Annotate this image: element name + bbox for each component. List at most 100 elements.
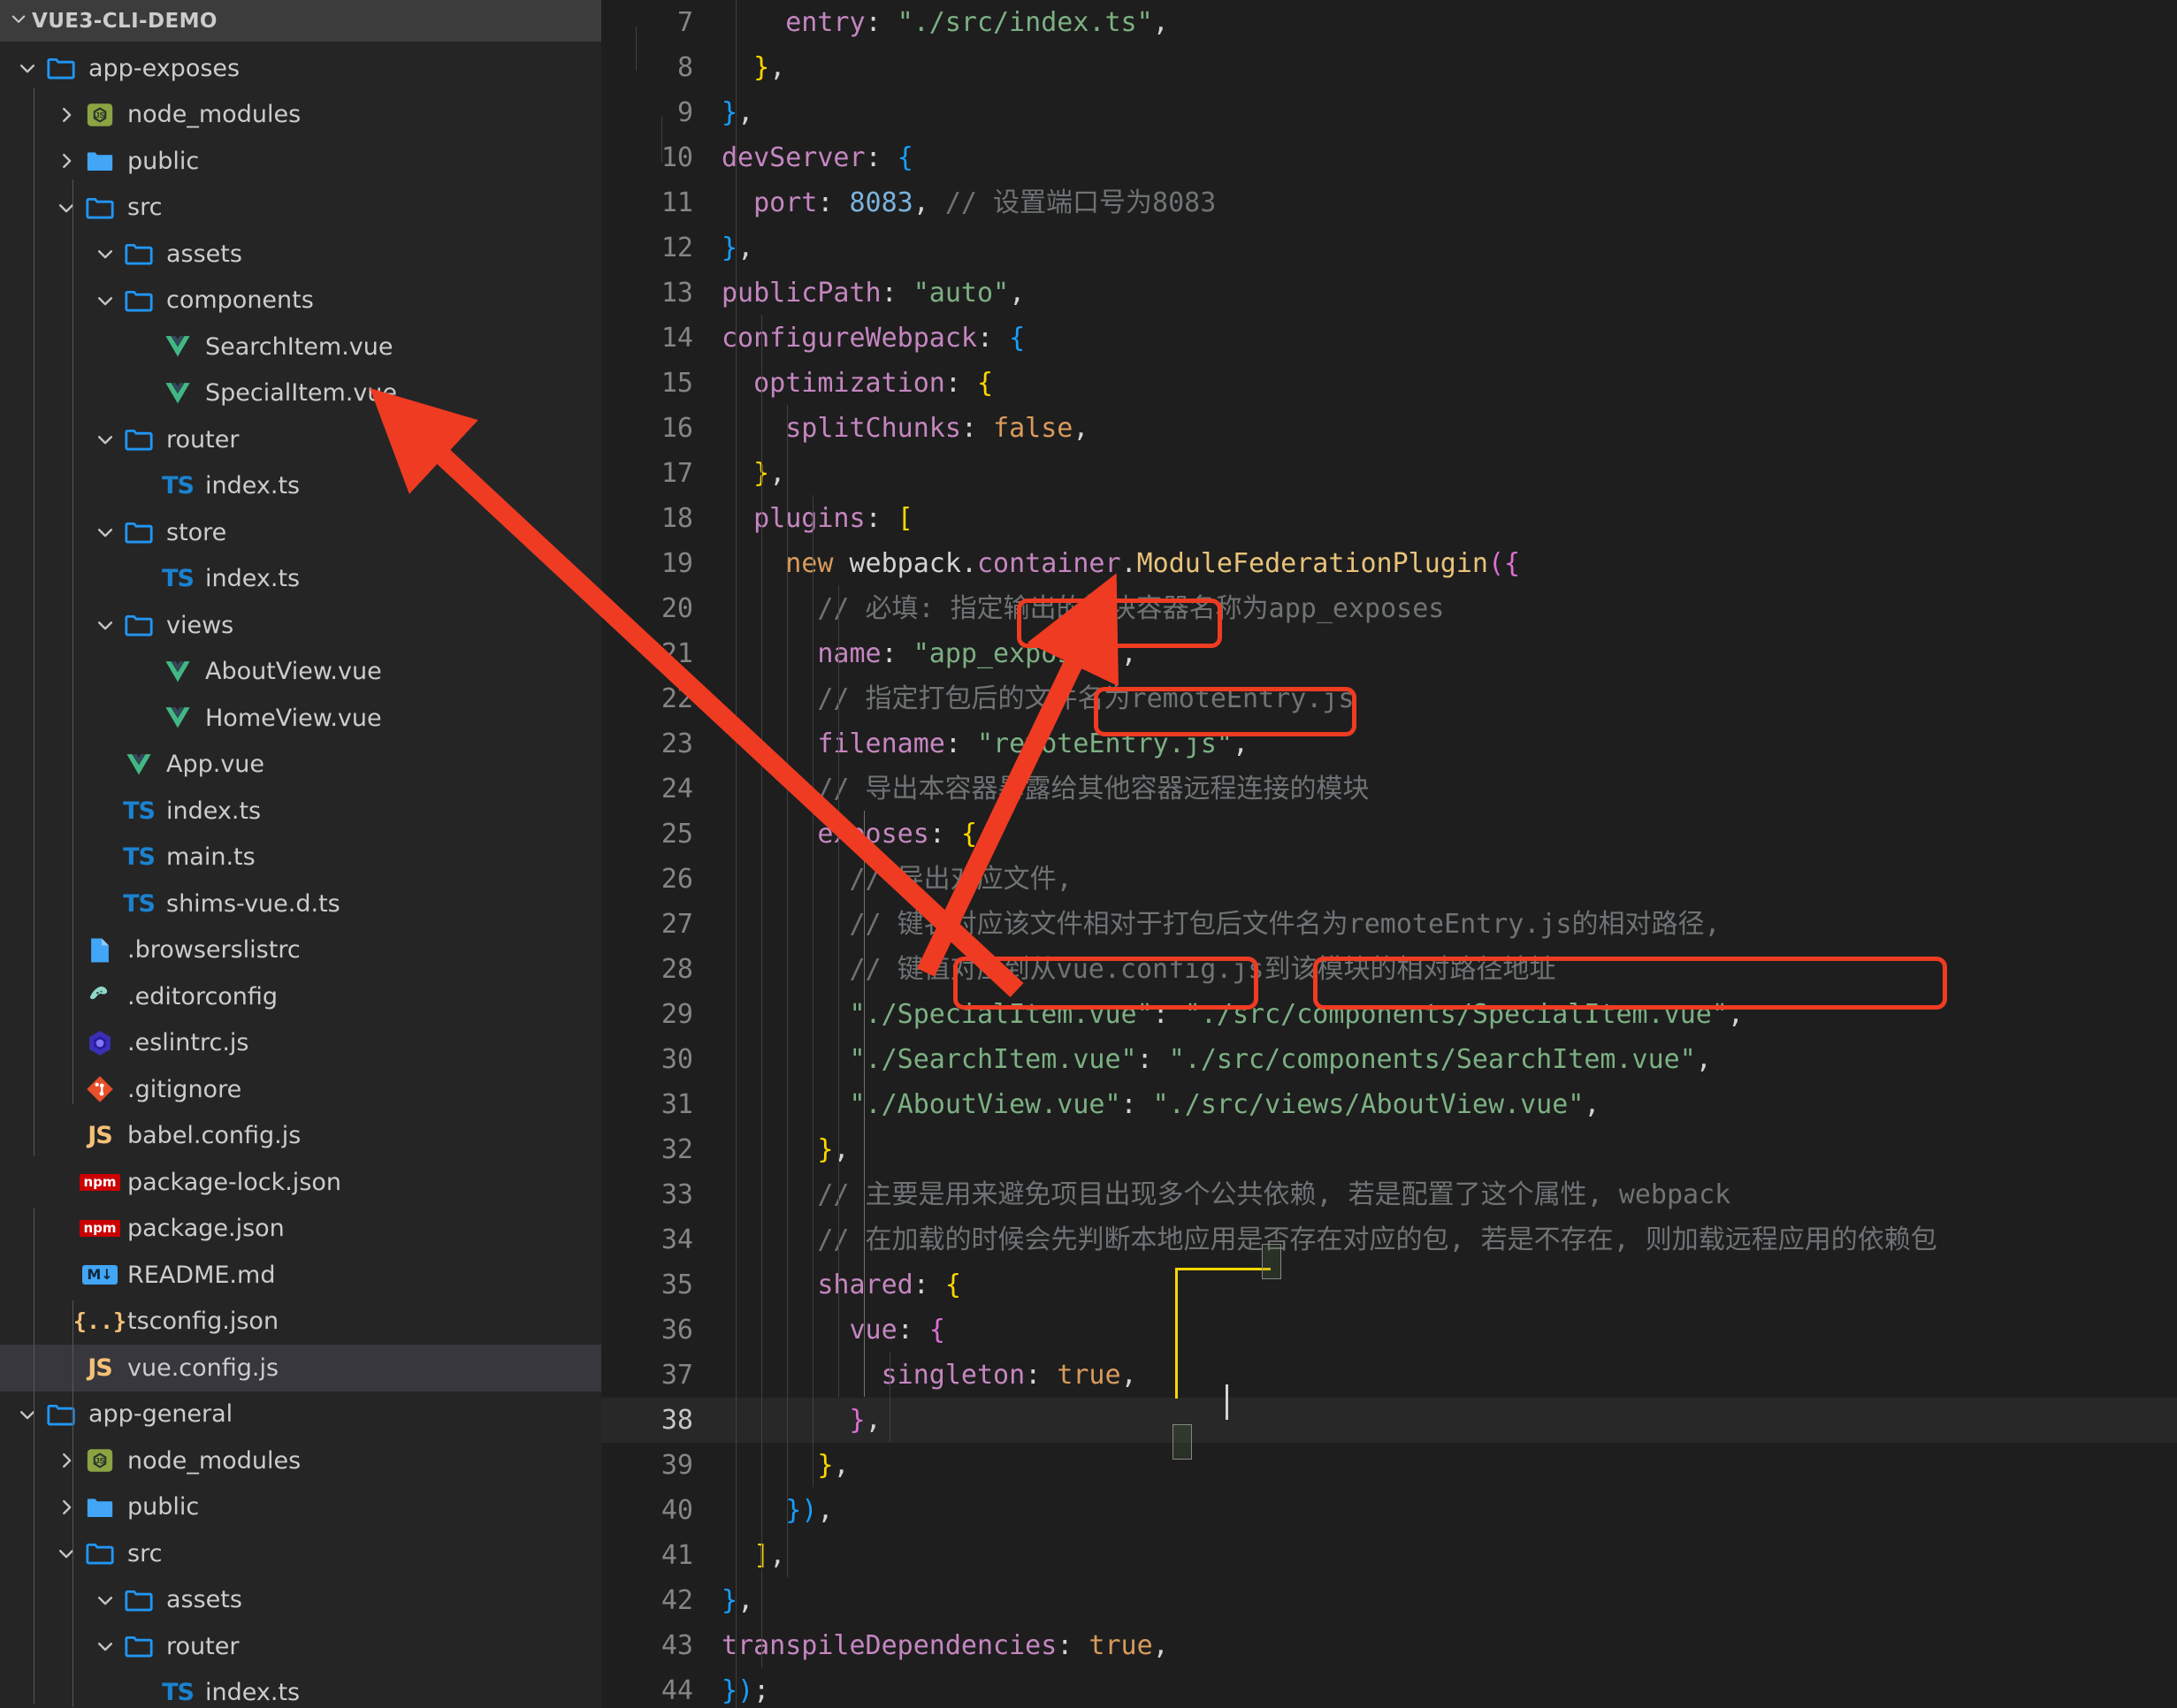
code-line[interactable]: 44}); <box>601 1668 2177 1708</box>
chevron-down-icon[interactable] <box>90 522 120 542</box>
folder-open-icon <box>81 1538 118 1568</box>
tree-file-babel-config-js[interactable]: JS babel.config.js <box>0 1113 601 1160</box>
chevron-right-icon[interactable] <box>51 105 81 125</box>
folder-closed-icon <box>81 1492 118 1522</box>
tree-folder-views[interactable]: views <box>0 602 601 649</box>
chevron-down-icon[interactable] <box>12 58 42 78</box>
code-line[interactable]: 40 }), <box>601 1488 2177 1533</box>
tree-item-label: AboutView.vue <box>205 658 382 686</box>
tree-folder-router[interactable]: router <box>0 416 601 463</box>
chevron-right-icon[interactable] <box>51 151 81 171</box>
tree-file--browserslistrc[interactable]: .browserslistrc <box>0 927 601 974</box>
code-line-text: entry: "./src/index.ts", <box>785 7 1169 38</box>
chevron-right-icon[interactable] <box>51 1451 81 1470</box>
tree-file-shims-vue-d-ts[interactable]: TS shims-vue.d.ts <box>0 881 601 927</box>
file-tree[interactable]: app-exposes JS node_modules public src assets… <box>0 42 601 1708</box>
tree-item-label: tsconfig.json <box>127 1308 279 1336</box>
tree-folder-app-general[interactable]: app-general <box>0 1392 601 1438</box>
chevron-down-icon[interactable] <box>51 1544 81 1563</box>
chevron-down-icon[interactable] <box>90 291 120 310</box>
svg-text:JS: JS <box>95 111 104 119</box>
tree-folder-public[interactable]: public <box>0 138 601 185</box>
tree-folder-src[interactable]: src <box>0 1530 601 1577</box>
code-line[interactable]: 11 port: 8083, // 设置端口号为8083 <box>601 180 2177 225</box>
line-number: 28 <box>661 954 693 985</box>
typescript-icon: TS <box>123 889 156 918</box>
tree-file-searchitem-vue[interactable]: SearchItem.vue <box>0 324 601 370</box>
code-editor[interactable]: 7 entry: "./src/index.ts", 8 }, 9}, 10 devSe… <box>601 0 2177 1708</box>
chevron-down-icon[interactable] <box>12 1405 42 1424</box>
chevron-down-icon[interactable] <box>90 1636 120 1656</box>
code-line[interactable]: 43 transpileDependencies: true, <box>601 1623 2177 1668</box>
code-line-text: // 导出对应文件, <box>849 864 1073 895</box>
code-line[interactable]: 10 devServer: { <box>601 135 2177 180</box>
chevron-down-icon[interactable] <box>90 244 120 263</box>
chevron-down-icon[interactable] <box>90 430 120 449</box>
tree-file-vue-config-js[interactable]: JS vue.config.js <box>0 1345 601 1392</box>
tree-folder-assets[interactable]: assets <box>0 1577 601 1624</box>
line-number: 41 <box>661 1540 693 1571</box>
tree-file-package-lock-json[interactable]: npm package-lock.json <box>0 1159 601 1206</box>
tree-folder-store[interactable]: store <box>0 509 601 556</box>
tree-file-index-ts[interactable]: TS index.ts <box>0 463 601 510</box>
code-line[interactable]: 13 publicPath: "auto", <box>601 271 2177 316</box>
code-line[interactable]: 19 new webpack.container.ModuleFederatio… <box>601 541 2177 586</box>
explorer-header[interactable]: VUE3-CLI-DEMO <box>0 0 601 42</box>
tree-file-app-vue[interactable]: App.vue <box>0 742 601 789</box>
chevron-right-icon[interactable] <box>51 1498 81 1517</box>
tree-folder-assets[interactable]: assets <box>0 231 601 278</box>
line-number: 38 <box>661 1405 693 1436</box>
tree-file-main-ts[interactable]: TS main.ts <box>0 835 601 881</box>
tree-file-aboutview-vue[interactable]: AboutView.vue <box>0 649 601 696</box>
tree-item-label: router <box>166 1632 240 1660</box>
eslint-icon <box>81 1028 118 1058</box>
code-line[interactable]: 7 entry: "./src/index.ts", <box>601 0 2177 45</box>
tree-file-package-json[interactable]: npm package.json <box>0 1206 601 1253</box>
code-line-text: splitChunks: false, <box>785 413 1089 444</box>
tree-file-index-ts[interactable]: TS index.ts <box>0 556 601 603</box>
code-line[interactable]: 18 plugins: [ <box>601 496 2177 541</box>
code-line-text: configureWebpack: { <box>722 323 1026 354</box>
code-line[interactable]: 41 ], <box>601 1533 2177 1578</box>
tree-item-label: SearchItem.vue <box>205 332 393 361</box>
tree-item-label: .eslintrc.js <box>127 1029 249 1057</box>
code-line[interactable]: 42}, <box>601 1578 2177 1623</box>
chevron-down-icon[interactable] <box>51 198 81 217</box>
tree-folder-src[interactable]: src <box>0 185 601 232</box>
code-line[interactable]: 9}, <box>601 90 2177 135</box>
code-line[interactable]: 8 }, <box>601 45 2177 90</box>
explorer-title: VUE3-CLI-DEMO <box>32 9 218 33</box>
tree-file-index-ts[interactable]: TS index.ts <box>0 788 601 835</box>
tree-folder-app-exposes[interactable]: app-exposes <box>0 45 601 92</box>
chevron-down-icon[interactable] <box>90 1590 120 1610</box>
folder-open-icon <box>81 193 118 223</box>
tree-file-tsconfig-json[interactable]: {..} tsconfig.json <box>0 1299 601 1346</box>
tree-folder-router[interactable]: router <box>0 1623 601 1670</box>
tree-file-homeview-vue[interactable]: HomeView.vue <box>0 695 601 742</box>
code-line[interactable]: 15 optimization: { <box>601 361 2177 406</box>
line-number: 15 <box>661 368 693 399</box>
code-line[interactable]: 12}, <box>601 225 2177 271</box>
tree-file-index-ts[interactable]: TS index.ts <box>0 1670 601 1708</box>
tree-item-label: App.vue <box>166 751 265 779</box>
tree-file-specialitem-vue[interactable]: SpecialItem.vue <box>0 370 601 417</box>
code-line[interactable]: 16 splitChunks: false, <box>601 406 2177 451</box>
tree-folder-public[interactable]: public <box>0 1484 601 1531</box>
chevron-down-icon[interactable] <box>90 615 120 635</box>
folder-open-icon <box>120 286 157 316</box>
tree-file--gitignore[interactable]: .gitignore <box>0 1066 601 1113</box>
code-line-text: }, <box>722 97 754 128</box>
code-line[interactable]: 14 configureWebpack: { <box>601 316 2177 361</box>
tree-folder-node-modules[interactable]: JS node_modules <box>0 1437 601 1484</box>
code-line[interactable]: 38 }, <box>601 1398 2177 1443</box>
line-number: 19 <box>661 548 693 579</box>
tree-item-label: components <box>166 286 314 315</box>
tree-file-readme-md[interactable]: M↓ README.md <box>0 1252 601 1299</box>
tree-file--editorconfig[interactable]: .editorconfig <box>0 973 601 1020</box>
code-line[interactable]: 39 }, <box>601 1443 2177 1488</box>
tree-item-label: index.ts <box>205 565 301 593</box>
code-line[interactable]: 17 }, <box>601 451 2177 496</box>
tree-file--eslintrc-js[interactable]: .eslintrc.js <box>0 1020 601 1067</box>
tree-folder-node-modules[interactable]: JS node_modules <box>0 92 601 139</box>
tree-folder-components[interactable]: components <box>0 278 601 324</box>
